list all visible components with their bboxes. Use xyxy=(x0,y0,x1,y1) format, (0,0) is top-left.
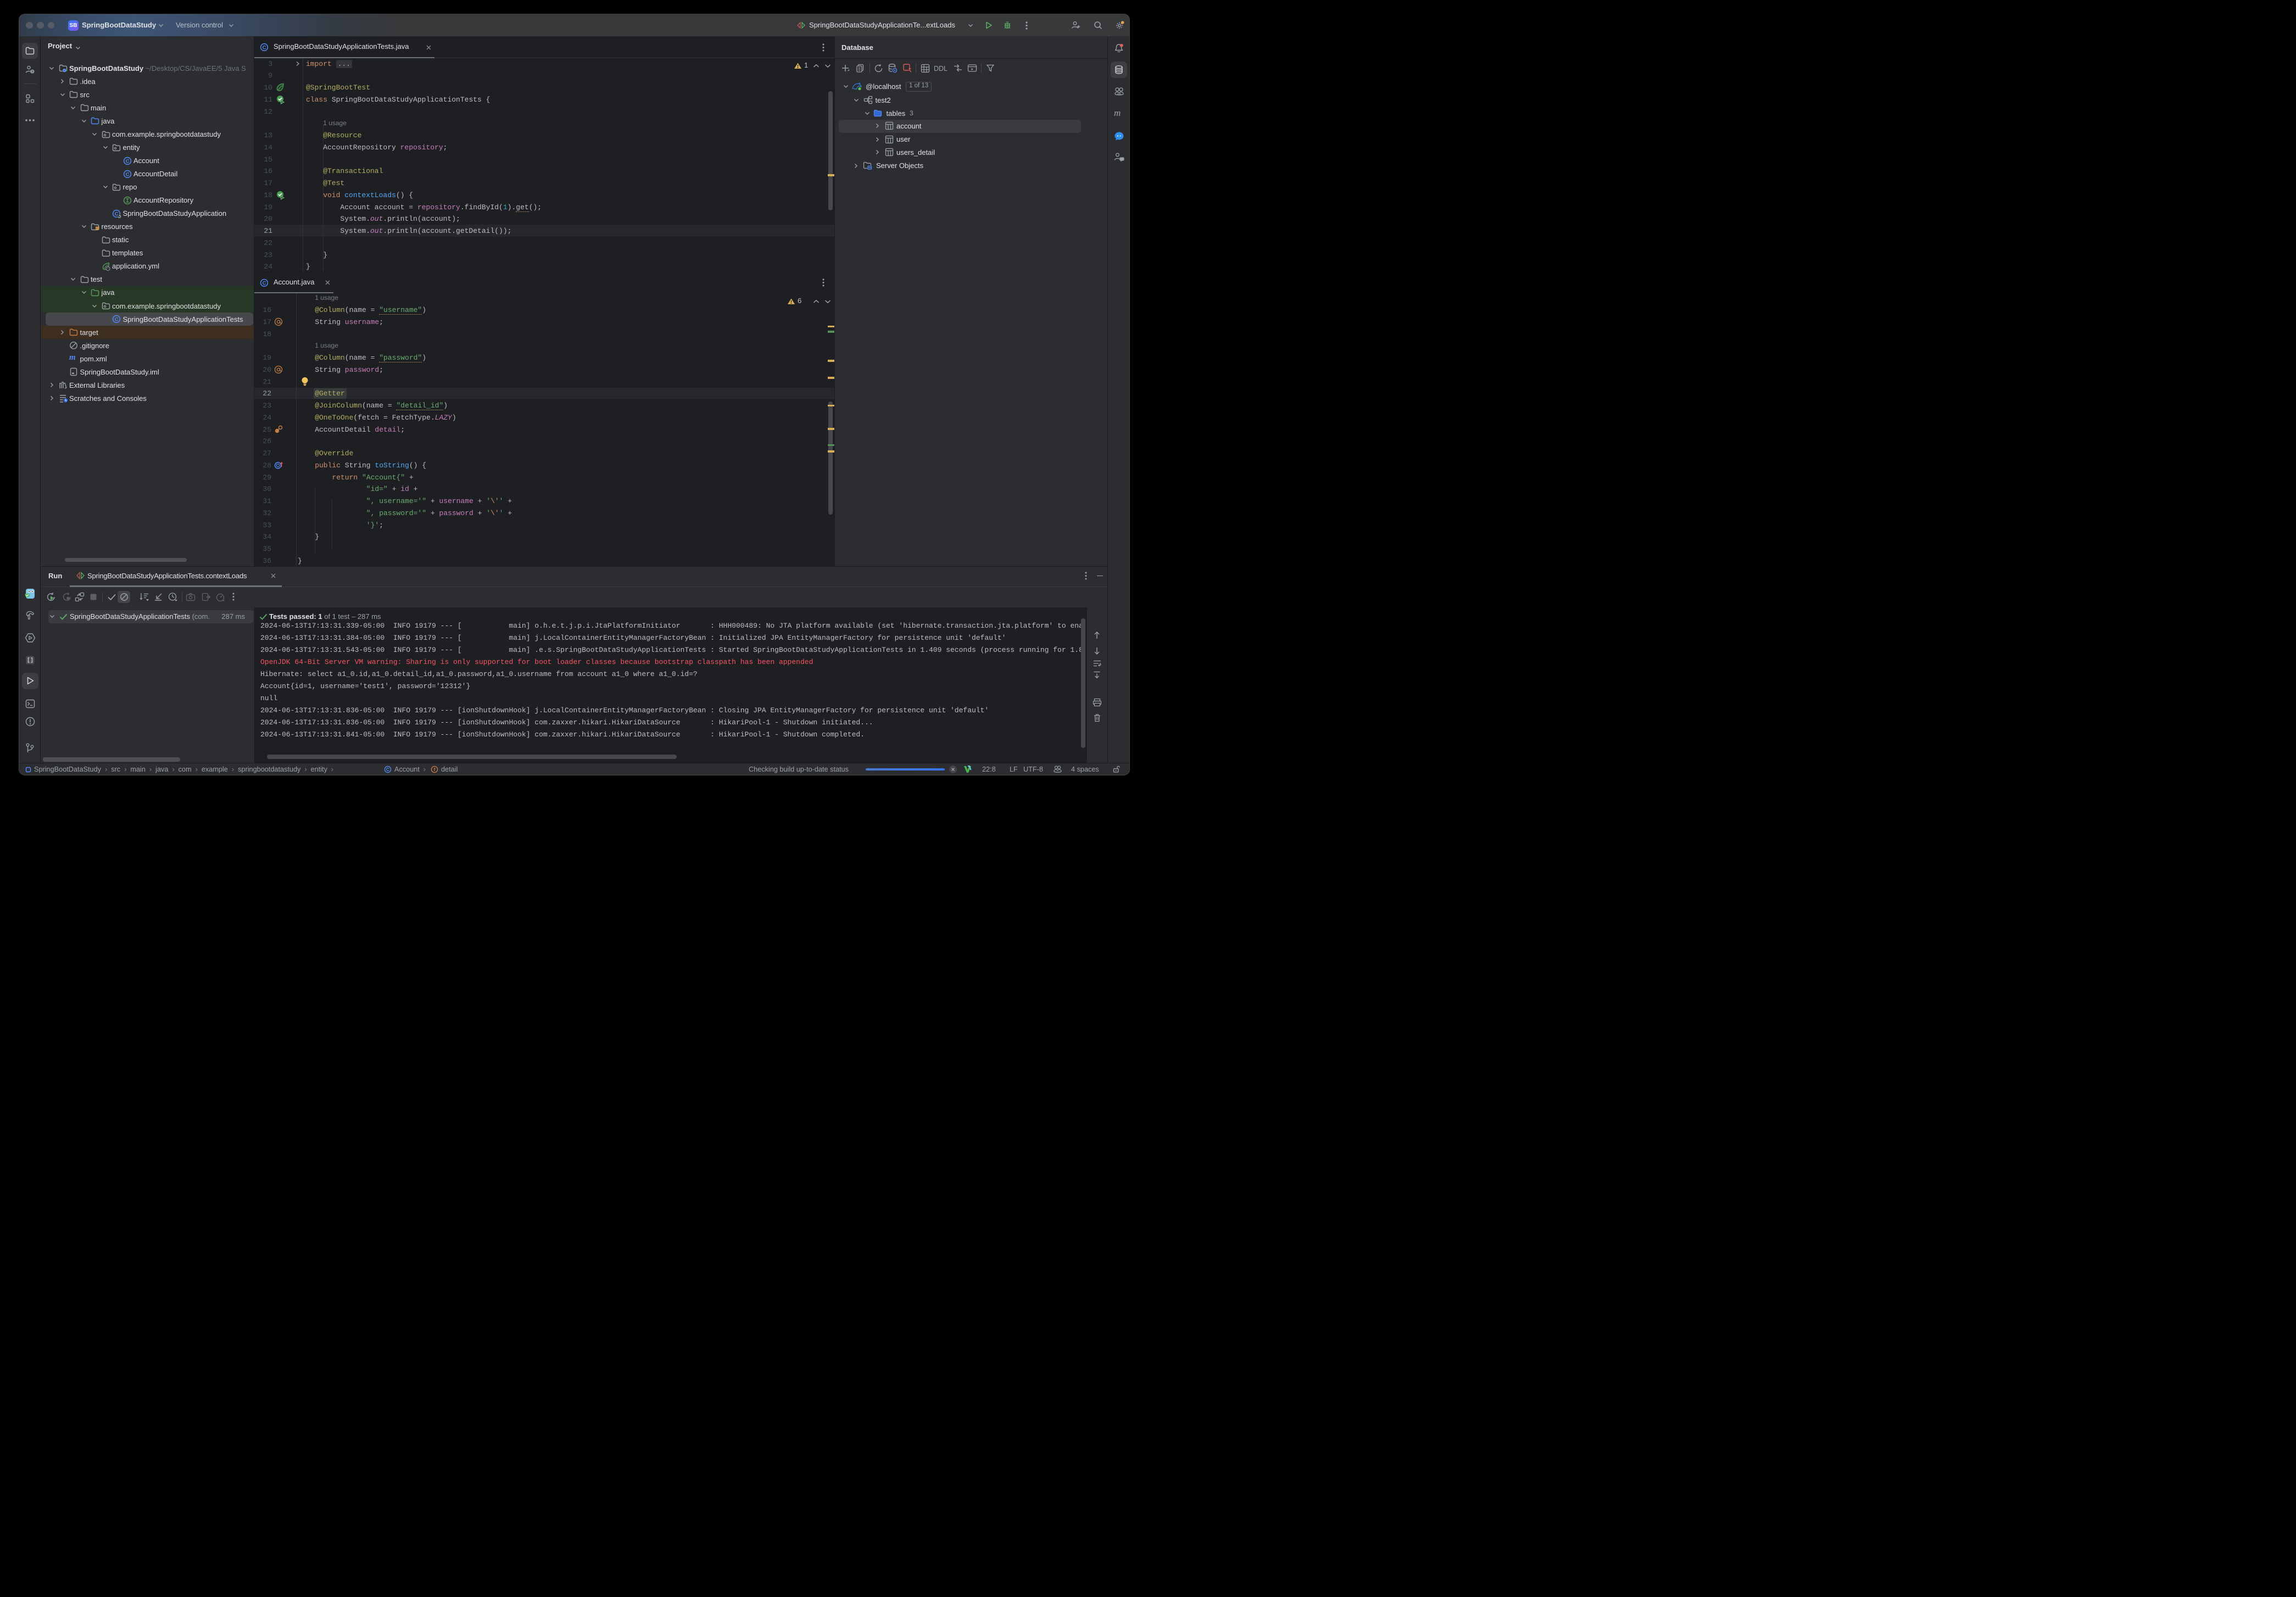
svg-text:C: C xyxy=(125,158,129,164)
svg-text:C: C xyxy=(125,171,129,177)
svg-text:C: C xyxy=(263,45,266,51)
svg-text:C: C xyxy=(115,317,119,323)
svg-text:f: f xyxy=(434,767,436,772)
svg-text:C: C xyxy=(263,280,266,286)
svg-text:C: C xyxy=(386,767,389,772)
svg-text:?: ? xyxy=(31,70,34,74)
